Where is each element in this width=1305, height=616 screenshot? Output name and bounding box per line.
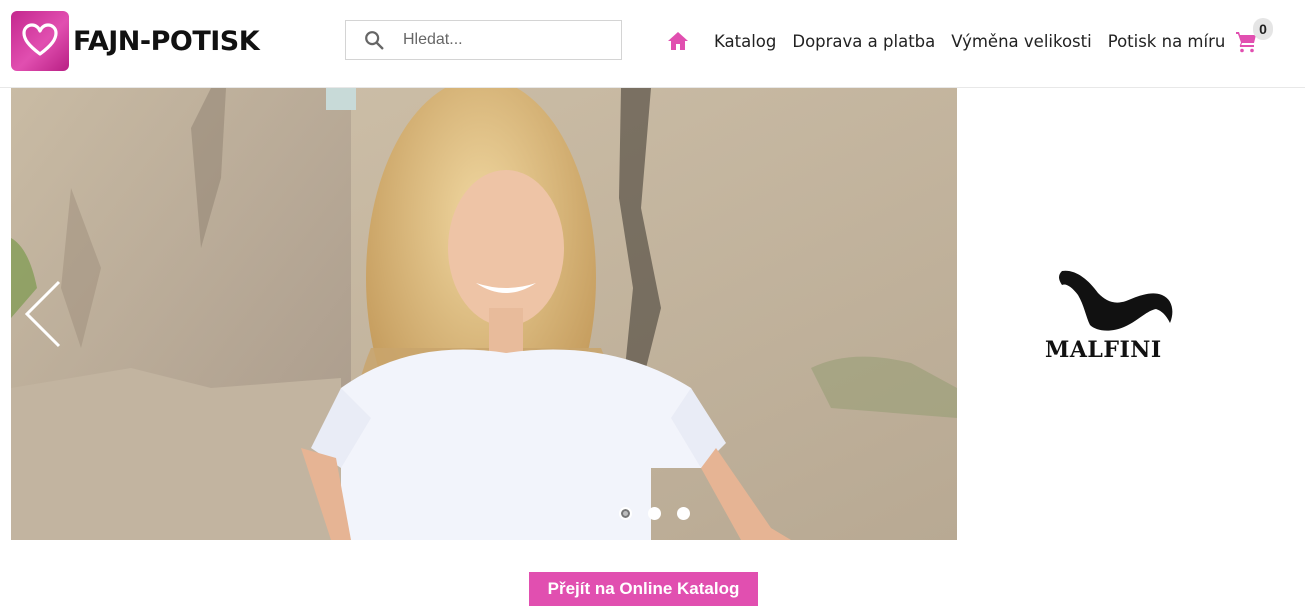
- search-box: [345, 20, 622, 60]
- slider-pagination: [619, 507, 706, 520]
- heart-logo-icon: [11, 11, 69, 71]
- cart-count-badge: 0: [1253, 18, 1273, 40]
- brand-name: MALFINI: [1045, 337, 1162, 363]
- hero-slide-image: [11, 88, 957, 540]
- cart-button[interactable]: 0: [1235, 18, 1275, 58]
- online-catalog-button[interactable]: Přejít na Online Katalog: [529, 572, 758, 606]
- nav-katalog[interactable]: Katalog: [714, 32, 776, 51]
- hero-slider[interactable]: [11, 88, 957, 540]
- brand-logo: MALFINI: [1040, 265, 1195, 365]
- site-logo[interactable]: FAJN-POTISK: [11, 11, 260, 71]
- home-icon[interactable]: [666, 29, 690, 53]
- site-header: FAJN-POTISK Katalog Doprava a platba Vým…: [0, 0, 1305, 88]
- eagle-logo-icon: [1059, 270, 1173, 331]
- main-nav: Katalog Doprava a platba Výměna velikost…: [666, 28, 1241, 54]
- slider-dot-2[interactable]: [648, 507, 661, 520]
- slider-dot-3[interactable]: [677, 507, 690, 520]
- search-icon[interactable]: [363, 29, 385, 51]
- slider-dot-1[interactable]: [619, 507, 632, 520]
- nav-vymena-velikosti[interactable]: Výměna velikosti: [951, 32, 1091, 51]
- nav-doprava-a-platba[interactable]: Doprava a platba: [792, 32, 935, 51]
- logo-text: FAJN-POTISK: [73, 25, 260, 57]
- search-input[interactable]: [401, 30, 605, 50]
- nav-potisk-na-miru[interactable]: Potisk na míru: [1108, 32, 1226, 51]
- slider-prev-arrow[interactable]: [23, 278, 63, 350]
